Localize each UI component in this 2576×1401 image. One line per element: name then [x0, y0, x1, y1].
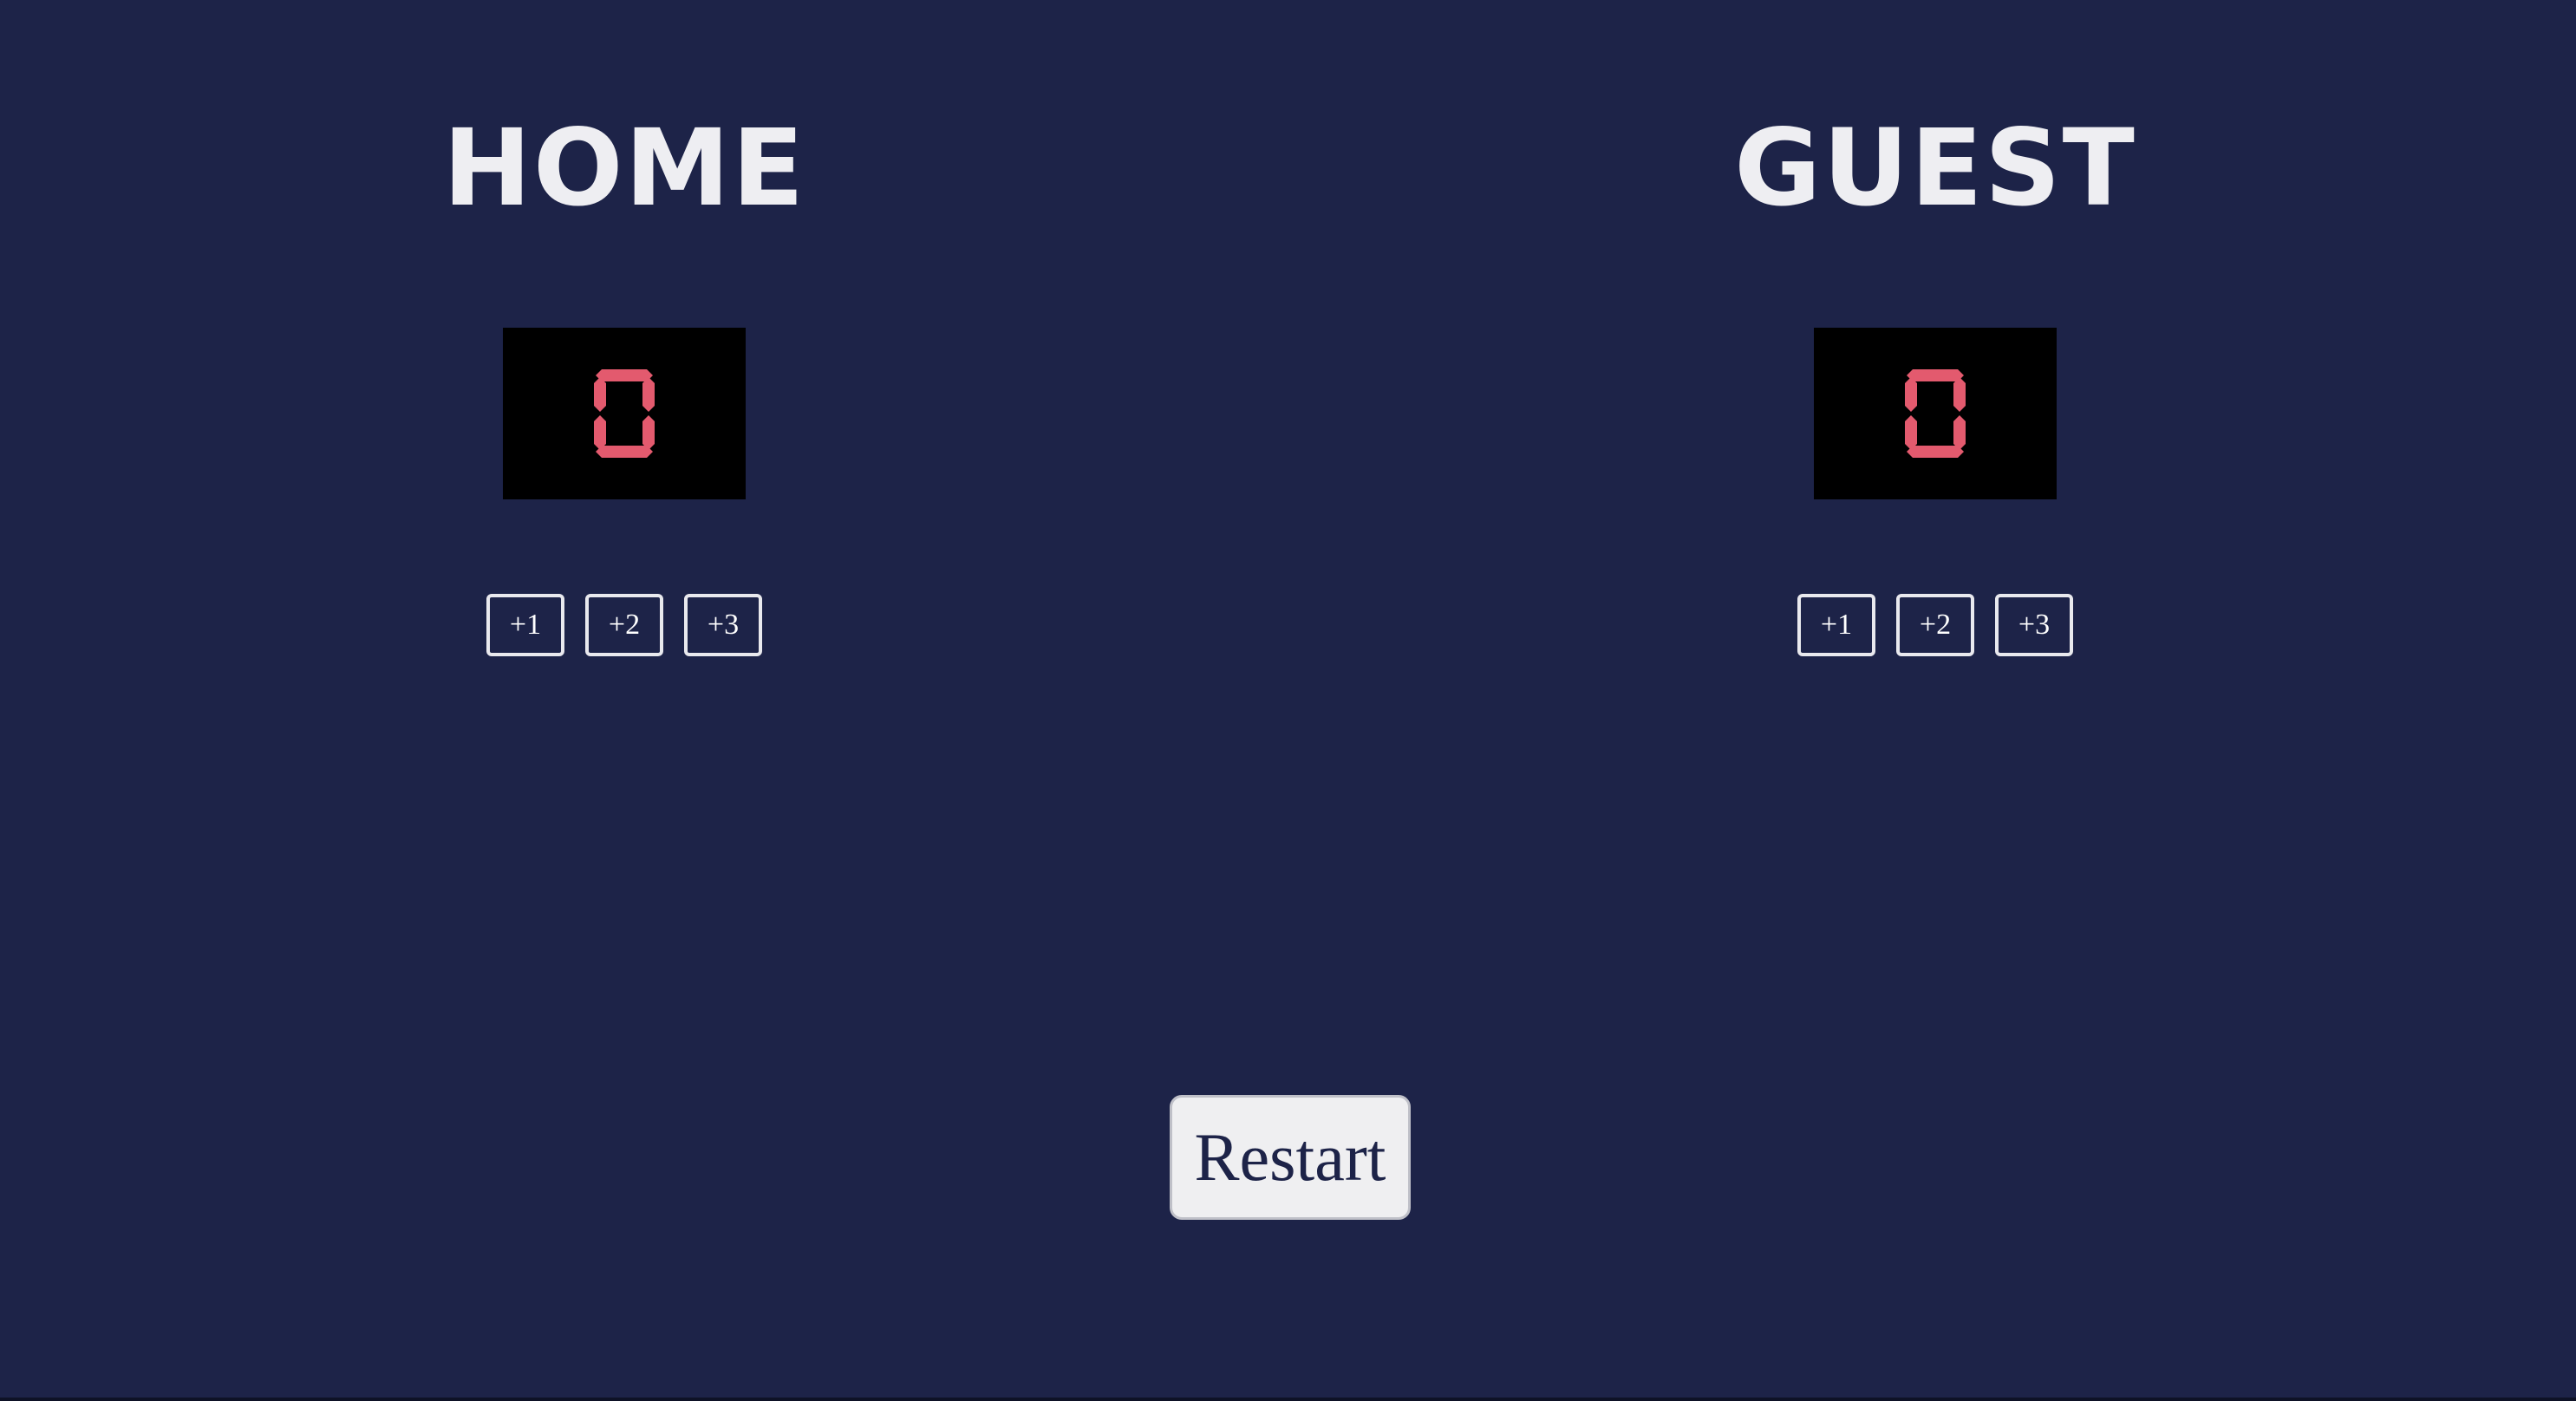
guest-digit-segment-d	[1907, 446, 1964, 458]
guest-digit-segment-f	[1905, 377, 1917, 412]
guest-add-3-button[interactable]: +3	[1995, 594, 2073, 656]
home-digit-segment-e	[594, 415, 606, 450]
guest-add-1-button[interactable]: +1	[1797, 594, 1875, 656]
home-score-display	[503, 328, 746, 499]
home-add-3-button[interactable]: +3	[684, 594, 762, 656]
guest-digit-segment-a	[1907, 369, 1964, 381]
home-button-group: +1 +2 +3	[486, 594, 762, 656]
guest-digit-segment-e	[1905, 415, 1917, 450]
home-panel: HOME +1 +2 +3	[277, 0, 971, 656]
guest-score-digit	[1905, 369, 1966, 458]
guest-digit-segment-c	[1953, 415, 1966, 450]
home-add-1-button[interactable]: +1	[486, 594, 564, 656]
guest-add-2-button[interactable]: +2	[1896, 594, 1974, 656]
home-digit-segment-b	[642, 377, 655, 412]
guest-digit-segment-b	[1953, 377, 1966, 412]
home-score-digit	[594, 369, 655, 458]
home-add-2-button[interactable]: +2	[585, 594, 663, 656]
guest-title: GUEST	[1734, 107, 2136, 230]
restart-button[interactable]: Restart	[1170, 1095, 1411, 1220]
guest-score-display	[1814, 328, 2057, 499]
home-digit-segment-a	[596, 369, 653, 381]
scoreboard: HOME +1 +2 +3 GUEST +1 +2 +3 Restart	[0, 0, 2576, 1401]
home-digit-segment-c	[642, 415, 655, 450]
bottom-edge-strip	[0, 1398, 2576, 1401]
guest-button-group: +1 +2 +3	[1797, 594, 2073, 656]
home-title: HOME	[442, 107, 806, 230]
guest-panel: GUEST +1 +2 +3	[1588, 0, 2282, 656]
home-digit-segment-f	[594, 377, 606, 412]
home-digit-segment-d	[596, 446, 653, 458]
